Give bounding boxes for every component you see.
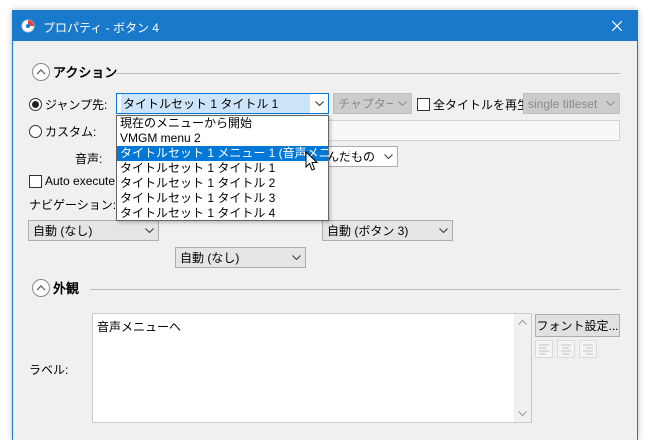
dropdown-item[interactable]: タイトルセット 1 タイトル 3 [117,191,328,206]
app-disc-icon [21,19,35,33]
audio-label: 音声: [75,152,103,166]
action-section-title: アクション [53,65,118,80]
close-button[interactable] [597,11,637,41]
close-icon [612,21,622,31]
jump-target-select[interactable]: タイトルセット 1 タイトル 1 [116,93,329,114]
align-right-icon [583,344,593,355]
chevron-down-icon [379,147,397,166]
label-text: 音声メニューへ [97,320,182,334]
label-scrollbar[interactable] [514,314,531,422]
action-section-header[interactable]: アクション [32,62,117,81]
dropdown-item[interactable]: タイトルセット 1 タイトル 4 [117,206,328,221]
collapse-appearance-button[interactable] [32,278,50,297]
chevron-down-icon [601,94,619,113]
mouse-cursor-icon [305,151,319,171]
label-label: ラベル: [29,363,69,377]
auto-execute-label: Auto execute [45,174,116,188]
auto-execute-checkbox[interactable]: Auto execute [29,174,115,188]
nav-right-select[interactable]: 自動 (ボタン 3) [322,220,453,241]
scroll-down-icon[interactable] [514,405,531,422]
appearance-section-header[interactable]: 外観 [32,278,79,297]
nav-right-value: 自動 (ボタン 3) [327,224,409,238]
chapter-select[interactable]: チャプター 1 [333,93,412,114]
chevron-up-icon [36,68,46,74]
custom-radio-button[interactable] [29,125,42,138]
titleset-select[interactable]: single titleset [523,93,620,114]
collapse-action-button[interactable] [32,62,50,81]
all-titles-label: 全タイトルを再生 [433,98,530,112]
nav-down-value: 自動 (なし) [180,251,240,265]
custom-label: カスタム: [45,125,97,139]
chevron-up-icon [36,284,46,290]
window-title: プロパティ - ボタン 4 [43,21,159,35]
font-settings-button[interactable]: フォント設定... [535,314,620,337]
dropdown-item[interactable]: VMGM menu 2 [117,131,328,146]
label-textarea[interactable]: 音声メニューへ [92,313,532,423]
chevron-down-icon [434,221,452,240]
nav-left-value: 自動 (なし) [33,224,93,238]
align-center-button[interactable] [557,340,575,358]
scroll-up-icon[interactable] [514,314,531,331]
all-titles-checkbox[interactable]: 全タイトルを再生 [417,96,529,113]
divider [90,289,620,290]
align-left-icon [539,344,549,355]
nav-down-select[interactable]: 自動 (なし) [175,247,306,268]
all-titles-check[interactable] [417,98,430,111]
divider [114,73,620,74]
chevron-down-icon [310,94,328,113]
chevron-down-icon [393,94,411,113]
align-right-button[interactable] [579,340,597,358]
jump-radio-button[interactable] [29,98,42,111]
title-bar: プロパティ - ボタン 4 [13,11,637,41]
align-center-icon [561,344,571,355]
jump-label: ジャンプ先: [45,98,108,112]
navigation-label: ナビゲーション: [29,198,117,212]
nav-left-select[interactable]: 自動 (なし) [28,220,159,241]
align-left-button[interactable] [535,340,553,358]
chevron-down-icon [287,248,305,267]
chevron-down-icon [140,221,158,240]
dropdown-item[interactable]: タイトルセット 1 タイトル 2 [117,176,328,191]
dropdown-item[interactable]: タイトルセット 1 タイトル 1 [117,161,328,176]
jump-radio[interactable]: ジャンプ先: [29,96,107,113]
custom-radio[interactable]: カスタム: [29,123,96,140]
chapter-value: チャプター 1 [338,97,393,111]
titleset-value: single titleset [528,96,598,111]
dropdown-item[interactable]: 現在のメニューから開始 [117,116,328,131]
appearance-section-title: 外観 [53,281,80,296]
jump-target-value: タイトルセット 1 タイトル 1 [121,94,310,113]
dropdown-item-selected[interactable]: タイトルセット 1 メニュー 1 (音声メニュー) [117,146,359,161]
jump-target-dropdown[interactable]: 現在のメニューから開始 VMGM menu 2 タイトルセット 1 メニュー 1… [116,115,359,221]
auto-execute-check[interactable] [29,174,42,188]
